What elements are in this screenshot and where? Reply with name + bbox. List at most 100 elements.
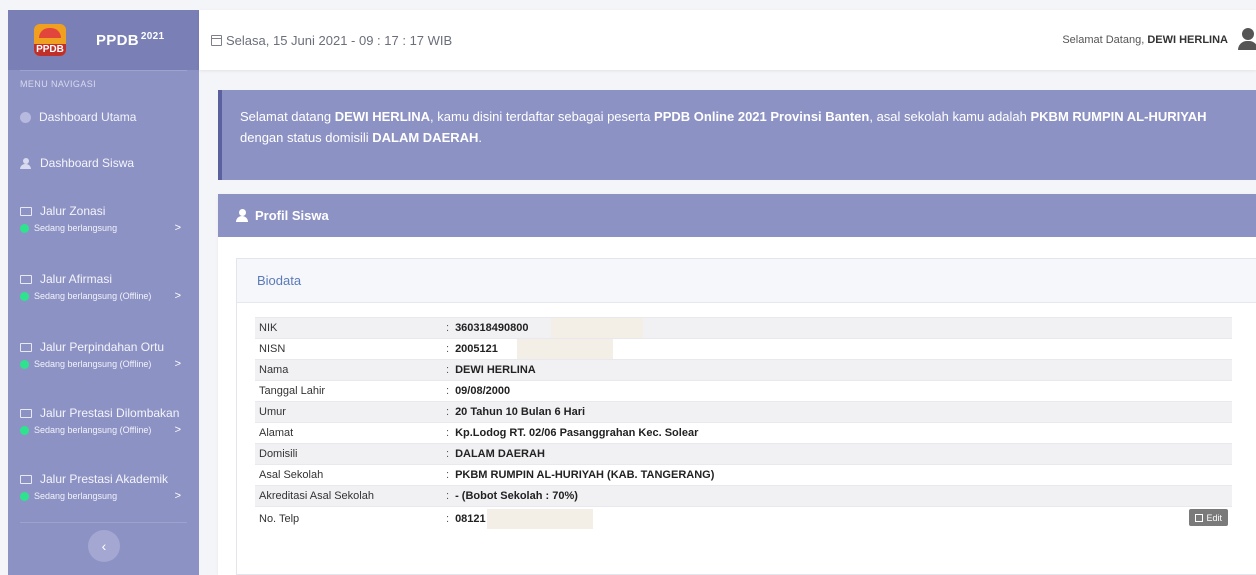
alert-text: , kamu disini terdaftar sebagai peserta xyxy=(430,109,655,124)
alert-text: . xyxy=(478,130,483,145)
field-label: Alamat xyxy=(259,427,294,439)
table-row: Akreditasi Asal Sekolah : - (Bobot Sekola… xyxy=(255,485,1232,506)
edit-icon xyxy=(1195,513,1204,522)
value-text: 20 Tahun 10 Bulan 6 Hari xyxy=(455,406,586,418)
field-label: Umur xyxy=(259,406,286,418)
field-label: No. Telp xyxy=(259,512,300,525)
field-value: : - (Bobot Sekolah : 70%) xyxy=(446,490,578,502)
status-text: Sedang berlangsung (Offline) xyxy=(34,359,152,369)
sidebar-item-label: Jalur Prestasi Akademik xyxy=(40,472,169,486)
value-text: Kp.Lodog RT. 02/06 Pasanggrahan Kec. Sol… xyxy=(455,427,699,439)
menu-heading: MENU NAVIGASI xyxy=(20,79,97,89)
separator: : xyxy=(446,427,450,439)
welcome-text: Selamat Datang, DEWI HERLINA xyxy=(1062,34,1228,46)
separator: : xyxy=(446,512,450,525)
separator: : xyxy=(446,322,450,334)
value-text: PKBM RUMPIN AL-HURIYAH (KAB. TANGERANG) xyxy=(455,469,715,481)
value-text: DALAM DAERAH xyxy=(455,448,545,460)
field-label: Nama xyxy=(259,364,289,376)
separator: : xyxy=(446,406,450,418)
chevron-right-icon: > xyxy=(174,490,181,502)
field-value: :08121 xyxy=(446,513,486,525)
sidebar-item-jalur-prestasi-dilombakan[interactable]: Jalur Prestasi Dilombakan Sedang berlang… xyxy=(8,406,199,436)
table-row: Domisili : DALAM DAERAH xyxy=(255,443,1232,464)
monitor-icon xyxy=(20,474,32,484)
monitor-icon xyxy=(20,206,32,216)
sidebar-item-label: Dashboard Utama xyxy=(39,110,137,124)
status-text: Sedang berlangsung (Offline) xyxy=(34,425,152,435)
sidebar-item-jalur-afirmasi[interactable]: Jalur Afirmasi Sedang berlangsung (Offli… xyxy=(8,272,199,302)
brand[interactable]: PPDB PPDB 2021 xyxy=(8,10,199,70)
status-text: Sedang berlangsung xyxy=(34,223,118,233)
sidebar-item-label: Jalur Zonasi xyxy=(40,204,106,218)
field-value: :09/08/2000 xyxy=(446,385,510,397)
profile-card: Profil Siswa Biodata NIK :360318490800 N… xyxy=(218,194,1256,575)
table-row: No. Telp :08121 Edit xyxy=(255,506,1232,530)
field-label: Tanggal Lahir xyxy=(259,385,326,397)
separator: : xyxy=(446,364,450,376)
field-label: NISN xyxy=(259,343,286,355)
welcome-prefix: Selamat Datang, xyxy=(1062,34,1145,46)
separator: : xyxy=(446,490,450,502)
chevron-right-icon: > xyxy=(174,290,181,302)
biodata-header: Biodata xyxy=(237,259,1256,303)
logo-text: PPDB xyxy=(34,44,66,56)
chevron-left-icon: ‹ xyxy=(101,538,107,554)
user-name: DEWI HERLINA xyxy=(1147,34,1228,46)
chevron-right-icon: > xyxy=(174,222,181,234)
field-value: : PKBM RUMPIN AL-HURIYAH (KAB. TANGERANG) xyxy=(446,469,714,481)
table-row: Asal Sekolah : PKBM RUMPIN AL-HURIYAH (KA… xyxy=(255,464,1232,485)
field-value: :360318490800 xyxy=(446,322,528,334)
value-text: 09/08/2000 xyxy=(455,385,511,397)
calendar-icon xyxy=(211,34,222,46)
brand-name: PPDB xyxy=(96,32,139,49)
sidebar: PPDB PPDB 2021 MENU NAVIGASI Dashboard Ut… xyxy=(8,10,199,575)
ppdb-logo: PPDB xyxy=(34,24,66,56)
alert-text: , asal sekolah kamu adalah xyxy=(869,109,1031,124)
welcome-alert: Selamat datang DEWI HERLINA, kamu disini… xyxy=(218,90,1256,180)
value-text: 2005121 xyxy=(455,343,498,355)
sidebar-item-dashboard-siswa[interactable]: Dashboard Siswa xyxy=(8,156,199,170)
table-row: Tanggal Lahir :09/08/2000 xyxy=(255,380,1232,401)
user-icon xyxy=(236,209,248,222)
status-text: Sedang berlangsung xyxy=(34,491,118,501)
alert-school: PKBM RUMPIN AL-HURIYAH xyxy=(1030,109,1207,124)
sidebar-item-jalur-perpindahan-ortu[interactable]: Jalur Perpindahan Ortu Sedang berlangsun… xyxy=(8,340,199,370)
sidebar-item-dashboard-utama[interactable]: Dashboard Utama xyxy=(8,110,199,124)
alert-text: Selamat datang xyxy=(240,109,335,124)
field-label: NIK xyxy=(259,322,278,334)
redaction-box xyxy=(551,318,643,338)
status-text: Sedang berlangsung (Offline) xyxy=(34,291,152,301)
table-row: Umur :20 Tahun 10 Bulan 6 Hari xyxy=(255,401,1232,422)
redaction-box xyxy=(517,339,613,359)
date-text: Selasa, 15 Juni 2021 - 09 : 17 : 17 WIB xyxy=(226,32,453,48)
sidebar-item-label: Jalur Afirmasi xyxy=(40,272,113,286)
sidebar-item-jalur-prestasi-akademik[interactable]: Jalur Prestasi Akademik Sedang berlangsu… xyxy=(8,472,199,502)
monitor-icon xyxy=(20,342,32,352)
separator: : xyxy=(446,343,450,355)
user-avatar-icon[interactable] xyxy=(1238,28,1256,50)
sidebar-item-label: Jalur Prestasi Dilombakan xyxy=(40,406,180,420)
alert-student-name: DEWI HERLINA xyxy=(334,109,431,124)
edit-phone-button[interactable]: Edit xyxy=(1189,509,1228,526)
alert-domicile: DALAM DAERAH xyxy=(372,130,479,145)
separator: : xyxy=(446,448,450,460)
sidebar-item-jalur-zonasi[interactable]: Jalur Zonasi Sedang berlangsung > xyxy=(8,204,199,234)
field-label: Akreditasi Asal Sekolah xyxy=(259,490,374,502)
value-text: 360318490800 xyxy=(455,322,529,334)
profile-card-header: Profil Siswa xyxy=(218,194,1256,237)
sidebar-item-label: Dashboard Siswa xyxy=(40,156,135,170)
sidebar-item-label: Jalur Perpindahan Ortu xyxy=(40,340,165,354)
sidebar-collapse-button[interactable]: ‹ xyxy=(88,530,120,562)
monitor-icon xyxy=(20,274,32,284)
palette-icon xyxy=(20,111,31,123)
field-value: :20 Tahun 10 Bulan 6 Hari xyxy=(446,406,585,418)
value-text: - (Bobot Sekolah : 70%) xyxy=(455,490,578,502)
separator: : xyxy=(446,469,450,481)
table-row: Nama : DEWI HERLINA xyxy=(255,359,1232,380)
chevron-right-icon: > xyxy=(174,424,181,436)
value-text: 08121 xyxy=(455,512,486,525)
status-dot xyxy=(20,425,29,435)
table-row: Alamat : Kp.Lodog RT. 02/06 Pasanggrahan … xyxy=(255,422,1232,443)
date-display: Selasa, 15 Juni 2021 - 09 : 17 : 17 WIB xyxy=(211,33,452,48)
